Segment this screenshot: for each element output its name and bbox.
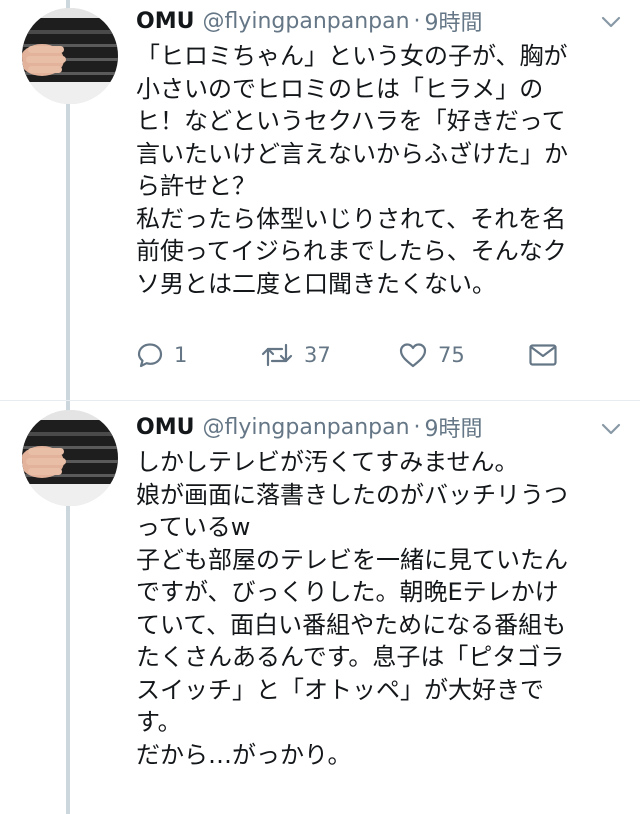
display-name[interactable]: OMU [136,9,194,34]
like-count: 75 [438,343,465,367]
reply-button[interactable]: 1 [136,340,187,370]
chevron-down-icon[interactable] [600,421,622,437]
timestamp[interactable]: 9時間 [425,411,483,443]
tweet-header: OMU @flyingpanpanpan · 9時間 [136,4,620,38]
tweet-text: 「ヒロミちゃん」という女の子が、胸が 小さいのでヒロミのヒは「ヒラメ」の ヒ！な… [136,42,568,298]
tweet-header: OMU @flyingpanpanpan · 9時間 [136,410,620,444]
tweet[interactable]: OMU @flyingpanpanpan · 9時間 しかしテレビが汚くてすみま… [0,401,640,814]
user-handle[interactable]: @flyingpanpanpan [202,415,409,440]
separator: · [413,8,421,34]
tweet-text: しかしテレビが汚くてすみません。 娘が画面に落書きしたのがバッチリうつ っている… [136,448,568,769]
avatar[interactable] [22,8,118,104]
user-handle[interactable]: @flyingpanpanpan [202,9,409,34]
reply-count: 1 [174,343,188,367]
tweet[interactable]: OMU @flyingpanpanpan · 9時間 「ヒロミちゃん」という女の… [0,0,640,400]
avatar[interactable] [22,410,118,506]
retweet-count: 37 [304,343,331,367]
separator: · [413,414,421,440]
like-button[interactable]: 75 [398,340,465,370]
heart-icon [399,343,427,368]
chevron-down-icon[interactable] [600,14,622,30]
tweet-actions: 1 37 75 [136,340,616,370]
retweet-button[interactable]: 37 [260,340,331,370]
timestamp[interactable]: 9時間 [425,5,483,37]
display-name[interactable]: OMU [136,415,194,440]
envelope-icon [529,344,557,366]
direct-message-button[interactable] [528,340,558,370]
reply-icon [137,343,163,368]
retweet-icon [261,343,293,367]
